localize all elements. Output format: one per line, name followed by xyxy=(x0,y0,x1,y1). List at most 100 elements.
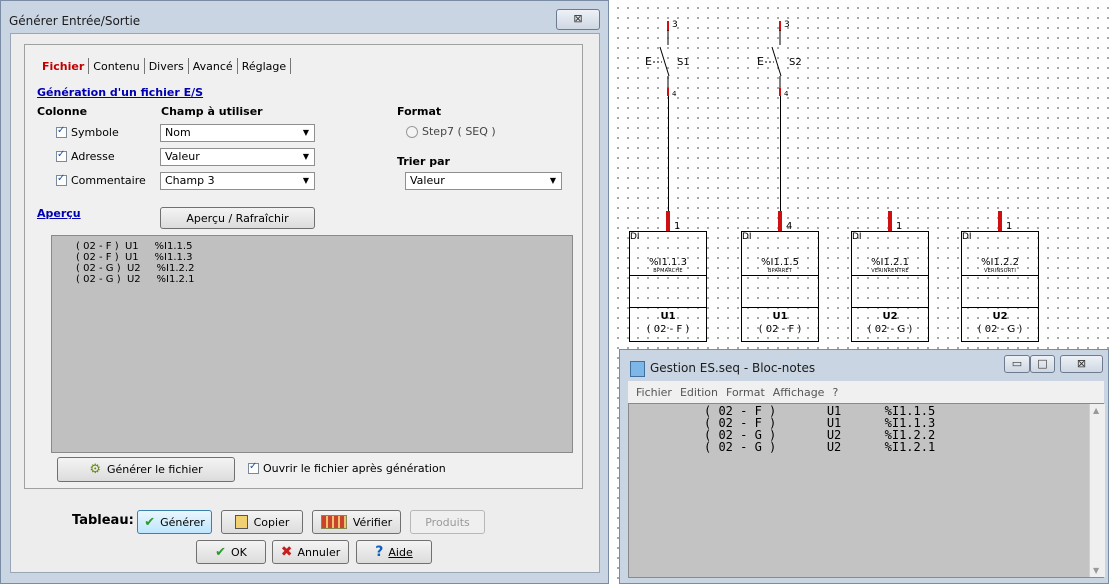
tableau-label: Tableau: xyxy=(72,513,134,528)
tab-avance[interactable]: Avancé xyxy=(190,60,236,73)
checkbox-icon xyxy=(56,125,67,138)
tableau-copy-button[interactable]: Copier xyxy=(221,510,303,534)
cancel-button[interactable]: ✖ Annuler xyxy=(272,540,349,564)
block-type: DI xyxy=(630,232,640,242)
io-block-2[interactable]: DI %I1.1.5 BPARRET U1 ( 02 - F ) xyxy=(741,231,819,342)
button-label: Vérifier xyxy=(352,515,393,529)
menu-fichier[interactable]: Fichier xyxy=(636,386,672,399)
switch-s1-bottom-pin xyxy=(667,88,669,96)
block-description: BPARRET xyxy=(767,268,793,274)
button-label: Aperçu / Rafraîchir xyxy=(186,211,289,225)
checkbox-icon xyxy=(56,149,67,162)
menu-help[interactable]: ? xyxy=(832,386,838,399)
block-1-pin xyxy=(666,211,670,231)
button-label: Copier xyxy=(253,515,290,529)
checkbox-label: Adresse xyxy=(71,150,115,163)
menu-affichage[interactable]: Affichage xyxy=(773,386,825,399)
block-address: %I1.2.1 xyxy=(871,257,909,268)
help-button[interactable]: ? Aide xyxy=(356,540,432,564)
block-ref: ( 02 - F ) xyxy=(758,324,802,335)
checkbox-symbole[interactable]: Symbole xyxy=(56,125,119,139)
apercu-link[interactable]: Aperçu xyxy=(37,207,81,220)
menu-edition[interactable]: Edition xyxy=(680,386,718,399)
select-value: Valeur xyxy=(165,150,200,163)
tableau-verify-button[interactable]: Vérifier xyxy=(312,510,401,534)
tab-reglage[interactable]: Réglage xyxy=(239,60,289,73)
close-icon[interactable]: ⊠ xyxy=(556,9,600,30)
block-name: U2 xyxy=(882,311,898,322)
radio-icon xyxy=(406,125,418,138)
wire-s2 xyxy=(780,96,781,212)
tab-separator xyxy=(187,58,189,74)
block-type: DI xyxy=(742,232,752,242)
block-divider xyxy=(630,275,706,276)
select-commentaire-field[interactable]: Champ 3 ▼ xyxy=(160,172,315,190)
block-description: VERINSORTI xyxy=(983,268,1017,274)
select-adresse-field[interactable]: Valeur ▼ xyxy=(160,148,315,166)
block-4-pin xyxy=(998,211,1002,231)
block-3-pin xyxy=(888,211,892,231)
notepad-line: ( 02 - G ) U2 %I1.2.1 xyxy=(704,440,936,454)
check-icon: ✔ xyxy=(215,544,227,560)
notepad-icon xyxy=(630,361,645,377)
tab-separator xyxy=(236,58,238,74)
block-address: %I1.1.5 xyxy=(761,257,799,268)
preview-line: ( 02 - F ) U1 %I1.1.5 xyxy=(76,241,193,252)
tab-contenu[interactable]: Contenu xyxy=(90,60,142,73)
tab-fichier[interactable]: Fichier xyxy=(39,60,87,73)
switch-s2-bottom-pin xyxy=(779,88,781,96)
tab-divers[interactable]: Divers xyxy=(146,60,187,73)
block-address: %I1.2.2 xyxy=(981,257,1019,268)
block-divider xyxy=(742,307,818,308)
clipboard-icon xyxy=(234,515,248,529)
scroll-down-icon[interactable]: ▼ xyxy=(1093,566,1099,575)
gear-icon: ⚙ xyxy=(89,462,101,477)
checkbox-icon xyxy=(248,461,259,474)
checkbox-adresse[interactable]: Adresse xyxy=(56,149,115,163)
minimize-icon[interactable]: ▭ xyxy=(1004,355,1030,373)
switch-s2-top-number: 3 xyxy=(784,20,790,30)
checkbox-commentaire[interactable]: Commentaire xyxy=(56,173,146,187)
switch-s2-label: S2 xyxy=(789,57,802,68)
menu-format[interactable]: Format xyxy=(726,386,765,399)
switch-s2-prefix: E xyxy=(757,55,764,68)
block-address: %I1.1.3 xyxy=(649,257,687,268)
radio-step7[interactable]: Step7 ( SEQ ) xyxy=(406,125,496,138)
maximize-icon[interactable]: □ xyxy=(1030,355,1055,373)
close-icon[interactable]: ⊠ xyxy=(1060,355,1103,373)
notepad-scrollbar[interactable]: ▲ ▼ xyxy=(1089,404,1105,577)
column-header: Colonne xyxy=(37,105,88,118)
tableau-generate-button[interactable]: ✔ Générer xyxy=(137,510,212,534)
notepad-menubar: Fichier Edition Format Affichage ? xyxy=(628,381,1104,403)
chevron-down-icon: ▼ xyxy=(302,176,309,185)
tableau-products-button[interactable]: Produits xyxy=(410,510,485,534)
block-ref: ( 02 - G ) xyxy=(867,324,913,335)
switch-s1-label: S1 xyxy=(677,57,690,68)
block-ref: ( 02 - G ) xyxy=(977,324,1023,335)
preview-area: ( 02 - F ) U1 %I1.1.5 ( 02 - F ) U1 %I1.… xyxy=(51,235,573,453)
wire-s1 xyxy=(668,96,669,212)
checkbox-label: Symbole xyxy=(71,126,119,139)
checkbox-icon xyxy=(56,173,67,186)
generate-file-button[interactable]: ⚙ Générer le fichier xyxy=(57,457,235,482)
dialog-title: Générer Entrée/Sortie xyxy=(9,14,141,28)
checkbox-open-after[interactable]: Ouvrir le fichier après génération xyxy=(248,461,446,475)
select-symbole-field[interactable]: Nom ▼ xyxy=(160,124,315,142)
io-block-1[interactable]: DI %I1.1.3 BPMARCHE U1 ( 02 - F ) xyxy=(629,231,707,342)
radio-label: Step7 ( SEQ ) xyxy=(422,125,496,138)
io-block-3[interactable]: DI %I1.2.1 VERINRENTRE U2 ( 02 - G ) xyxy=(851,231,929,342)
block-description: BPMARCHE xyxy=(653,268,683,274)
scroll-up-icon[interactable]: ▲ xyxy=(1093,406,1099,415)
select-value: Nom xyxy=(165,126,191,139)
select-sort[interactable]: Valeur ▼ xyxy=(405,172,562,190)
block-name: U1 xyxy=(660,311,676,322)
chevron-down-icon: ▼ xyxy=(302,128,309,137)
close-icon: ✖ xyxy=(280,544,293,560)
button-label: Annuler xyxy=(297,545,341,559)
select-value: Champ 3 xyxy=(165,174,215,187)
ok-button[interactable]: ✔ OK xyxy=(196,540,266,564)
button-label: Générer xyxy=(160,515,205,529)
io-block-4[interactable]: DI %I1.2.2 VERINSORTI U2 ( 02 - G ) xyxy=(961,231,1039,342)
preview-refresh-button[interactable]: Aperçu / Rafraîchir xyxy=(160,207,315,229)
tab-separator xyxy=(290,58,292,74)
